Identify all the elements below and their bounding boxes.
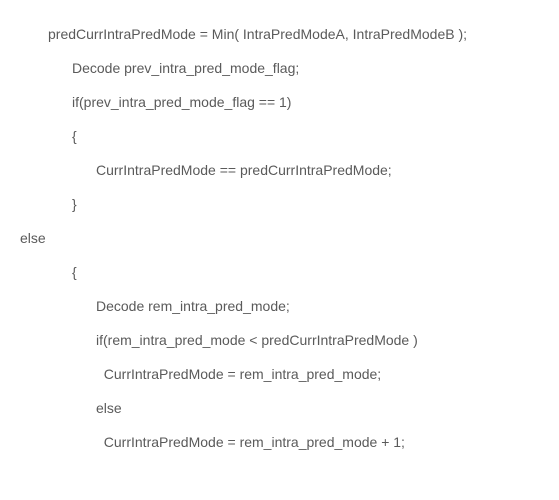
code-line: CurrIntraPredMode = rem_intra_pred_mode; xyxy=(0,360,559,388)
code-line: CurrIntraPredMode == predCurrIntraPredMo… xyxy=(0,156,559,184)
code-line: } xyxy=(0,190,559,218)
code-line: if(rem_intra_pred_mode < predCurrIntraPr… xyxy=(0,326,559,354)
code-line: predCurrIntraPredMode = Min( IntraPredMo… xyxy=(0,20,559,48)
code-line: { xyxy=(0,122,559,150)
code-line: Decode rem_intra_pred_mode; xyxy=(0,292,559,320)
code-block: predCurrIntraPredMode = Min( IntraPredMo… xyxy=(0,20,559,456)
code-line: CurrIntraPredMode = rem_intra_pred_mode … xyxy=(0,428,559,456)
code-line: else xyxy=(0,394,559,422)
code-line: if(prev_intra_pred_mode_flag == 1) xyxy=(0,88,559,116)
code-line: Decode prev_intra_pred_mode_flag; xyxy=(0,54,559,82)
code-line: else xyxy=(0,224,559,252)
code-line: { xyxy=(0,258,559,286)
